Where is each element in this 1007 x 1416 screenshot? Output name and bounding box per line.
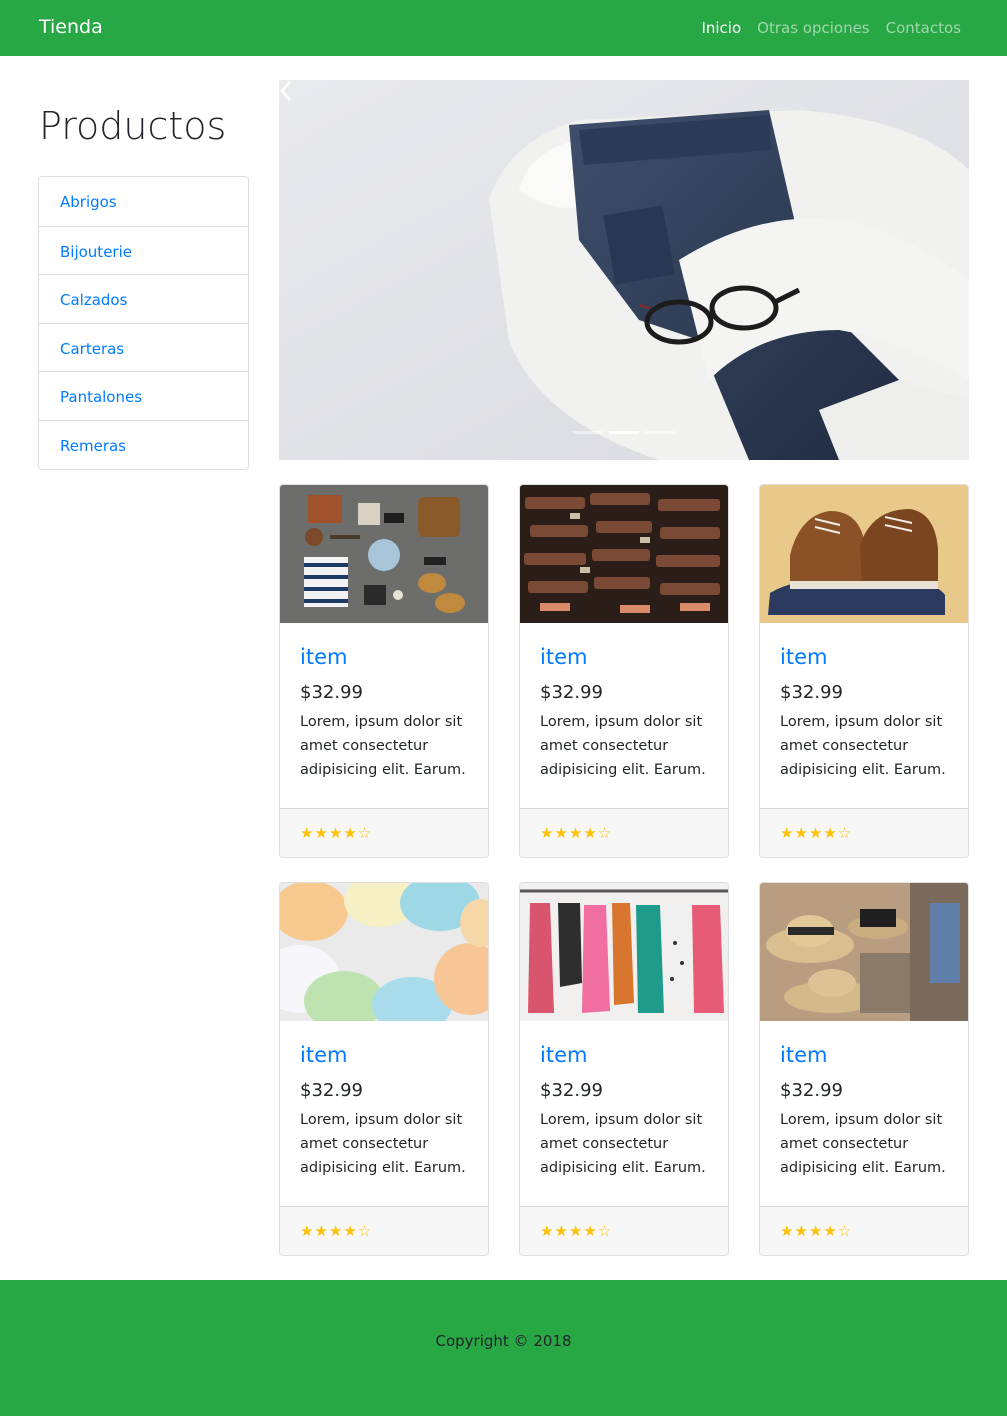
category-item-calzados[interactable]: Calzados bbox=[39, 274, 248, 323]
rating-stars-icon: ★★★★☆ bbox=[300, 824, 373, 842]
category-list: Abrigos Bijouterie Calzados Carteras Pan… bbox=[38, 176, 249, 470]
carousel-prev-button[interactable] bbox=[279, 80, 383, 460]
product-title[interactable]: item bbox=[540, 645, 710, 670]
product-card-body: item $32.99 Lorem, ipsum dolor sit amet … bbox=[780, 1043, 950, 1180]
navbar: Tienda Inicio Otras opciones Contactos bbox=[0, 0, 1007, 56]
product-price: $32.99 bbox=[540, 682, 603, 704]
product-image bbox=[520, 485, 728, 623]
product-image bbox=[280, 883, 488, 1021]
product-price: $32.99 bbox=[300, 1080, 363, 1102]
product-card-body: item $32.99 Lorem, ipsum dolor sit amet … bbox=[780, 645, 950, 782]
product-card-footer: ★★★★☆ bbox=[280, 808, 488, 857]
product-title[interactable]: item bbox=[780, 1043, 950, 1068]
product-description: Lorem, ipsum dolor sit amet consectetur … bbox=[540, 1111, 706, 1176]
rating-stars-icon: ★★★★☆ bbox=[780, 1222, 853, 1240]
category-item-carteras[interactable]: Carteras bbox=[39, 322, 248, 372]
nav-link-inicio[interactable]: Inicio bbox=[701, 19, 741, 37]
product-card: item $32.99 Lorem, ipsum dolor sit amet … bbox=[279, 484, 489, 858]
product-card-body: item $32.99 Lorem, ipsum dolor sit amet … bbox=[300, 645, 470, 782]
product-image bbox=[280, 485, 488, 623]
product-description: Lorem, ipsum dolor sit amet consectetur … bbox=[540, 713, 706, 778]
product-title[interactable]: item bbox=[300, 645, 470, 670]
product-image bbox=[760, 883, 968, 1021]
product-description: Lorem, ipsum dolor sit amet consectetur … bbox=[300, 713, 466, 778]
carousel-indicator-3[interactable] bbox=[645, 431, 675, 434]
product-price: $32.99 bbox=[780, 682, 843, 704]
category-item-pantalones[interactable]: Pantalones bbox=[39, 371, 248, 420]
product-card: item $32.99 Lorem, ipsum dolor sit amet … bbox=[759, 882, 969, 1256]
nav-links: Inicio Otras opciones Contactos bbox=[701, 19, 961, 37]
product-price: $32.99 bbox=[780, 1080, 843, 1102]
sidebar-title: Productos bbox=[39, 104, 227, 148]
product-card: item $32.99 Lorem, ipsum dolor sit amet … bbox=[519, 882, 729, 1256]
product-card-footer: ★★★★☆ bbox=[520, 808, 728, 857]
category-item-remeras[interactable]: Remeras bbox=[39, 419, 248, 469]
product-price: $32.99 bbox=[540, 1080, 603, 1102]
chevron-left-icon bbox=[279, 81, 292, 101]
product-card: item $32.99 Lorem, ipsum dolor sit amet … bbox=[759, 484, 969, 858]
product-image bbox=[520, 883, 728, 1021]
page-footer: Copyright © 2018 bbox=[0, 1280, 1007, 1416]
product-description: Lorem, ipsum dolor sit amet consectetur … bbox=[780, 1111, 946, 1176]
product-card-body: item $32.99 Lorem, ipsum dolor sit amet … bbox=[300, 1043, 470, 1180]
rating-stars-icon: ★★★★☆ bbox=[780, 824, 853, 842]
rating-stars-icon: ★★★★☆ bbox=[540, 824, 613, 842]
hero-carousel bbox=[279, 80, 969, 460]
rating-stars-icon: ★★★★☆ bbox=[300, 1222, 373, 1240]
copyright-text: Copyright © 2018 bbox=[435, 1332, 572, 1350]
carousel-indicators bbox=[279, 431, 969, 434]
product-card: item $32.99 Lorem, ipsum dolor sit amet … bbox=[279, 882, 489, 1256]
brand-link[interactable]: Tienda bbox=[39, 16, 103, 38]
product-title[interactable]: item bbox=[780, 645, 950, 670]
carousel-indicator-2[interactable] bbox=[609, 431, 639, 434]
product-title[interactable]: item bbox=[300, 1043, 470, 1068]
product-card: item $32.99 Lorem, ipsum dolor sit amet … bbox=[519, 484, 729, 858]
rating-stars-icon: ★★★★☆ bbox=[540, 1222, 613, 1240]
product-description: Lorem, ipsum dolor sit amet consectetur … bbox=[780, 713, 946, 778]
product-card-footer: ★★★★☆ bbox=[520, 1206, 728, 1255]
nav-link-otras-opciones[interactable]: Otras opciones bbox=[757, 19, 869, 37]
category-item-bijouterie[interactable]: Bijouterie bbox=[39, 225, 248, 275]
carousel-indicator-1[interactable] bbox=[573, 431, 603, 434]
product-card-body: item $32.99 Lorem, ipsum dolor sit amet … bbox=[540, 1043, 710, 1180]
category-item-abrigos[interactable]: Abrigos bbox=[39, 177, 248, 226]
product-price: $32.99 bbox=[300, 682, 363, 704]
carousel-next-button[interactable] bbox=[865, 80, 969, 460]
product-image bbox=[760, 485, 968, 623]
product-card-footer: ★★★★☆ bbox=[280, 1206, 488, 1255]
product-description: Lorem, ipsum dolor sit amet consectetur … bbox=[300, 1111, 466, 1176]
product-card-body: item $32.99 Lorem, ipsum dolor sit amet … bbox=[540, 645, 710, 782]
product-card-footer: ★★★★☆ bbox=[760, 1206, 968, 1255]
nav-link-contactos[interactable]: Contactos bbox=[886, 19, 961, 37]
product-card-footer: ★★★★☆ bbox=[760, 808, 968, 857]
product-title[interactable]: item bbox=[540, 1043, 710, 1068]
